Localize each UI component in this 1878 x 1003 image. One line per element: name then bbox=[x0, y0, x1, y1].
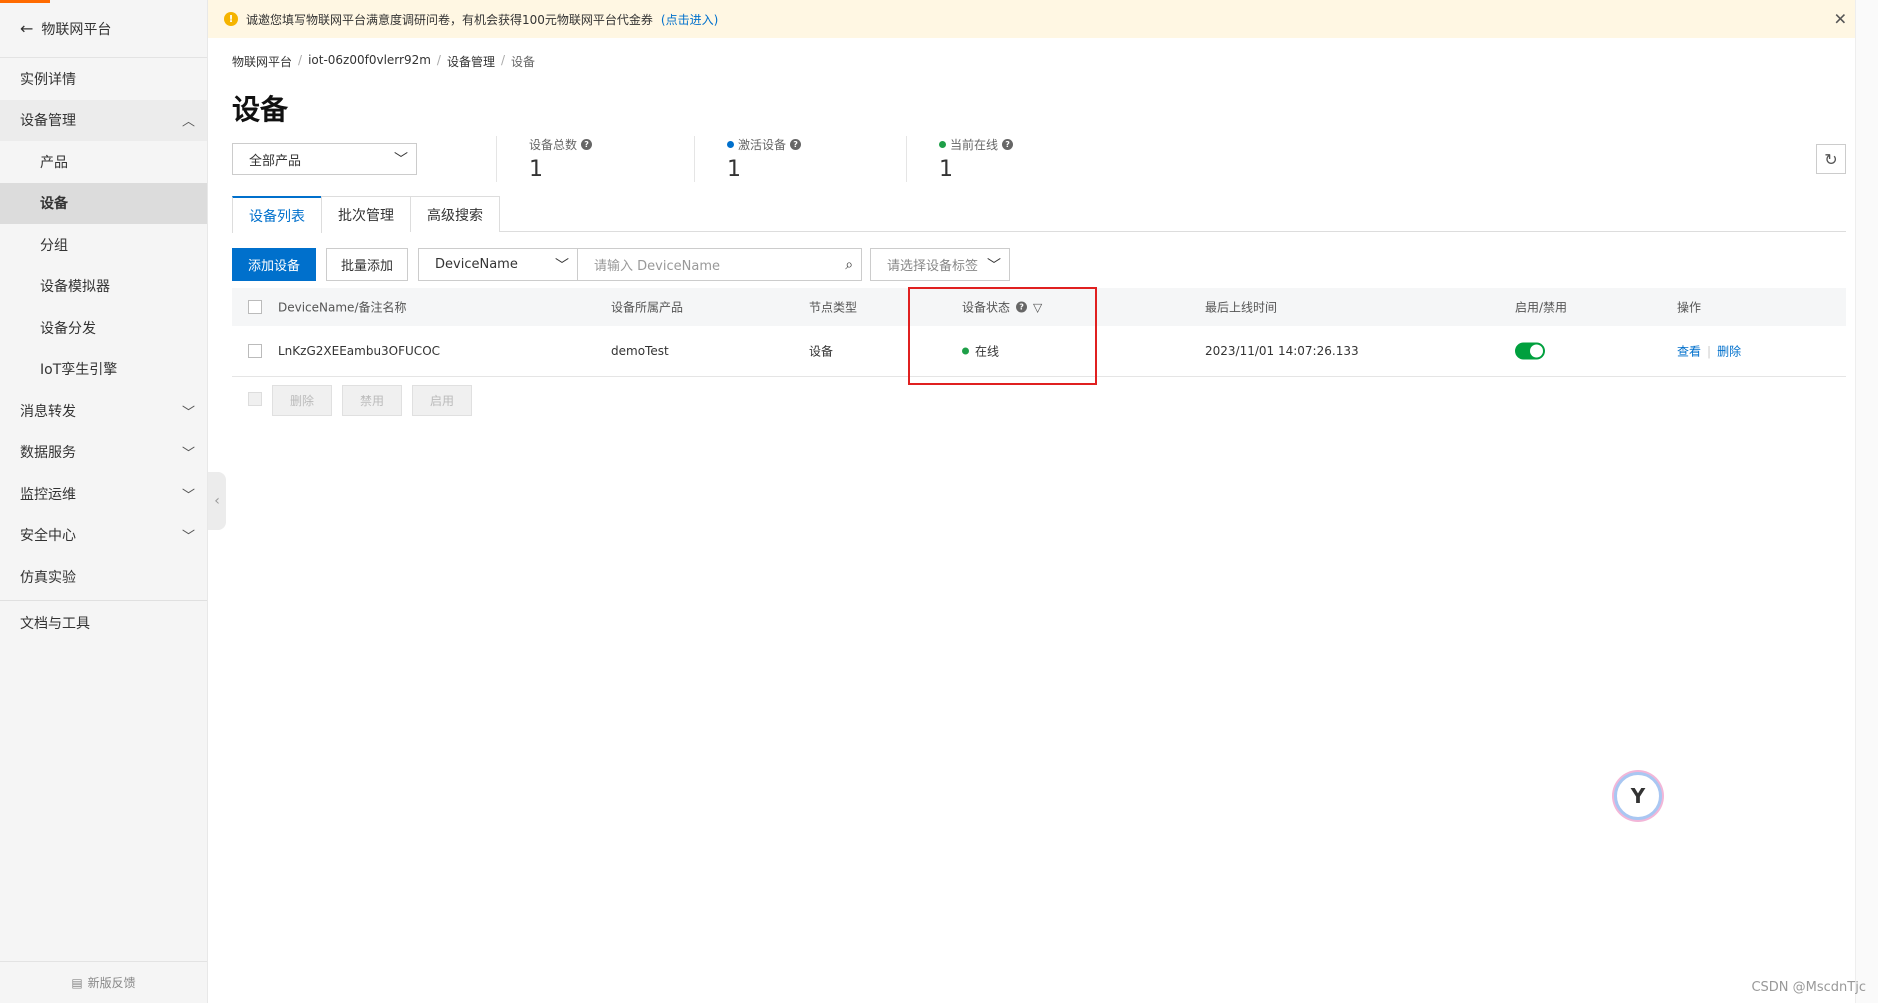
bulk-select-checkbox[interactable] bbox=[248, 391, 262, 410]
column-header: 最后上线时间 bbox=[1205, 300, 1278, 315]
notice-text: 诚邀您填写物联网平台满意度调研问卷，有机会获得100元物联网平台代金券 bbox=[246, 12, 653, 27]
breadcrumb-current: 设备 bbox=[511, 55, 536, 69]
sidebar-divider bbox=[0, 599, 207, 601]
tab-batch-management[interactable]: 批次管理 bbox=[321, 196, 411, 232]
sidebar-item-device-distribution[interactable]: 设备分发 bbox=[0, 307, 207, 349]
feedback-icon: ▤ bbox=[71, 975, 83, 990]
close-icon[interactable]: ✕ bbox=[1834, 10, 1847, 29]
sidebar-item-device[interactable]: 设备 bbox=[0, 182, 207, 224]
chevron-down-icon: ﹀ bbox=[555, 257, 570, 274]
row-checkbox[interactable] bbox=[248, 344, 262, 358]
brand-accent bbox=[0, 0, 50, 3]
batch-add-button[interactable]: 批量添加 bbox=[326, 248, 409, 281]
breadcrumb-item[interactable]: iot-06z00f0vlerr92m bbox=[308, 53, 431, 70]
help-icon[interactable]: ? bbox=[790, 139, 802, 150]
sidebar-item-device-management[interactable]: 设备管理 ︿ bbox=[0, 99, 207, 141]
view-link[interactable]: 查看 bbox=[1677, 343, 1701, 360]
chevron-down-icon: ﹀ bbox=[181, 446, 195, 462]
assistant-bot-icon[interactable]: Y bbox=[1614, 772, 1662, 820]
product-select[interactable]: 全部产品 ﹀ bbox=[232, 143, 417, 175]
chevron-down-icon: ﹀ bbox=[181, 405, 195, 421]
stat-value: 1 bbox=[727, 157, 741, 182]
bulk-actions: 删除 禁用 启用 bbox=[232, 385, 473, 416]
sidebar-item-monitoring-ops[interactable]: 监控运维 ﹀ bbox=[0, 473, 207, 515]
bulk-delete-button[interactable]: 删除 bbox=[272, 385, 333, 416]
sidebar: ← 物联网平台 实例详情 设备管理 ︿ 产品 设备 分组 设备模拟器 设备分发 I… bbox=[0, 0, 208, 1003]
stat-total-devices: 设备总数? 1 bbox=[496, 136, 593, 182]
stat-activated-devices: 激活设备? 1 bbox=[694, 136, 802, 182]
last-online-time: 2023/11/01 14:07:26.133 bbox=[1205, 344, 1359, 358]
chevron-down-icon: ﹀ bbox=[181, 529, 195, 545]
chevron-up-icon: ︿ bbox=[181, 114, 195, 130]
stat-value: 1 bbox=[529, 157, 543, 182]
right-edge-panel bbox=[1855, 0, 1878, 1003]
select-all-checkbox[interactable] bbox=[248, 300, 262, 314]
watermark: CSDN @MscdnTjc bbox=[1751, 980, 1866, 995]
page-title: 设备 bbox=[232, 93, 289, 126]
sidebar-item-product[interactable]: 产品 bbox=[0, 141, 207, 183]
device-name: LnKzG2XEEambu3OFUCOC bbox=[278, 344, 441, 358]
notice-link[interactable]: (点击进入) bbox=[661, 11, 718, 28]
sidebar-item-security-center[interactable]: 安全中心 ﹀ bbox=[0, 515, 207, 557]
column-header: 节点类型 bbox=[809, 300, 858, 315]
help-icon[interactable]: ? bbox=[581, 139, 593, 150]
feedback-button[interactable]: ▤ 新版反馈 bbox=[0, 961, 207, 1003]
notice-bar: ! 诚邀您填写物联网平台满意度调研问卷，有机会获得100元物联网平台代金券 (点… bbox=[208, 0, 1855, 38]
sidebar-item-docs-tools[interactable]: 文档与工具 bbox=[0, 603, 207, 645]
search-field-select[interactable]: DeviceName ﹀ bbox=[418, 248, 579, 281]
search-icon[interactable]: ⌕ bbox=[845, 257, 853, 273]
device-tag-select[interactable]: 请选择设备标签 ﹀ bbox=[870, 248, 1011, 281]
chevron-down-icon: ﹀ bbox=[394, 152, 408, 168]
tabs: 设备列表 批次管理 高级搜索 bbox=[232, 196, 1846, 233]
column-header: 设备所属产品 bbox=[611, 300, 684, 315]
status-dot bbox=[727, 141, 734, 148]
warning-icon: ! bbox=[224, 12, 238, 26]
breadcrumb: 物联网平台 / iot-06z00f0vlerr92m / 设备管理 / 设备 bbox=[232, 53, 536, 70]
search-input[interactable]: 请输入 DeviceName ⌕ bbox=[578, 248, 863, 281]
chevron-left-icon: ‹ bbox=[214, 493, 220, 509]
stat-value: 1 bbox=[939, 157, 953, 182]
delete-link[interactable]: 删除 bbox=[1717, 343, 1741, 360]
bulk-enable-button[interactable]: 启用 bbox=[412, 385, 473, 416]
tab-advanced-search[interactable]: 高级搜索 bbox=[410, 196, 500, 232]
chevron-down-icon: ﹀ bbox=[181, 488, 195, 504]
chevron-down-icon: ﹀ bbox=[987, 257, 1002, 274]
toolbar: 添加设备 批量添加 DeviceName ﹀ 请输入 DeviceName ⌕ … bbox=[232, 248, 1011, 281]
arrow-left-icon: ← bbox=[20, 19, 34, 38]
refresh-icon: ↻ bbox=[1824, 149, 1838, 169]
refresh-button[interactable]: ↻ bbox=[1816, 144, 1846, 174]
sidebar-item-iot-twin-engine[interactable]: IoT孪生引擎 bbox=[0, 349, 207, 391]
column-header: DeviceName/备注名称 bbox=[278, 300, 407, 315]
sidebar-item-simulation-lab[interactable]: 仿真实验 bbox=[0, 556, 207, 598]
stat-online-devices: 当前在线? 1 bbox=[906, 136, 1014, 182]
column-header: 启用/禁用 bbox=[1515, 300, 1568, 315]
column-header: 操作 bbox=[1677, 300, 1702, 315]
help-icon[interactable]: ? bbox=[1002, 139, 1014, 150]
back-label: 物联网平台 bbox=[41, 21, 112, 38]
breadcrumb-item[interactable]: 设备管理 bbox=[447, 53, 495, 70]
sidebar-item-data-services[interactable]: 数据服务 ﹀ bbox=[0, 432, 207, 474]
bulk-disable-button[interactable]: 禁用 bbox=[342, 385, 403, 416]
enable-toggle[interactable] bbox=[1515, 342, 1545, 360]
sidebar-item-group[interactable]: 分组 bbox=[0, 224, 207, 266]
node-type: 设备 bbox=[809, 344, 834, 359]
sidebar-collapse-handle[interactable]: ‹ bbox=[208, 472, 226, 530]
row-actions: 查看 | 删除 bbox=[1677, 343, 1742, 360]
breadcrumb-item[interactable]: 物联网平台 bbox=[232, 53, 292, 70]
device-product: demoTest bbox=[611, 344, 669, 358]
back-to-platform-link[interactable]: ← 物联网平台 bbox=[0, 0, 207, 58]
status-dot bbox=[939, 141, 946, 148]
sidebar-item-device-simulator[interactable]: 设备模拟器 bbox=[0, 266, 207, 308]
sidebar-item-message-forwarding[interactable]: 消息转发 ﹀ bbox=[0, 390, 207, 432]
sidebar-item-instance-details[interactable]: 实例详情 bbox=[0, 58, 207, 100]
add-device-button[interactable]: 添加设备 bbox=[232, 248, 317, 281]
status-highlight-box bbox=[908, 287, 1097, 385]
tab-device-list[interactable]: 设备列表 bbox=[232, 196, 322, 233]
